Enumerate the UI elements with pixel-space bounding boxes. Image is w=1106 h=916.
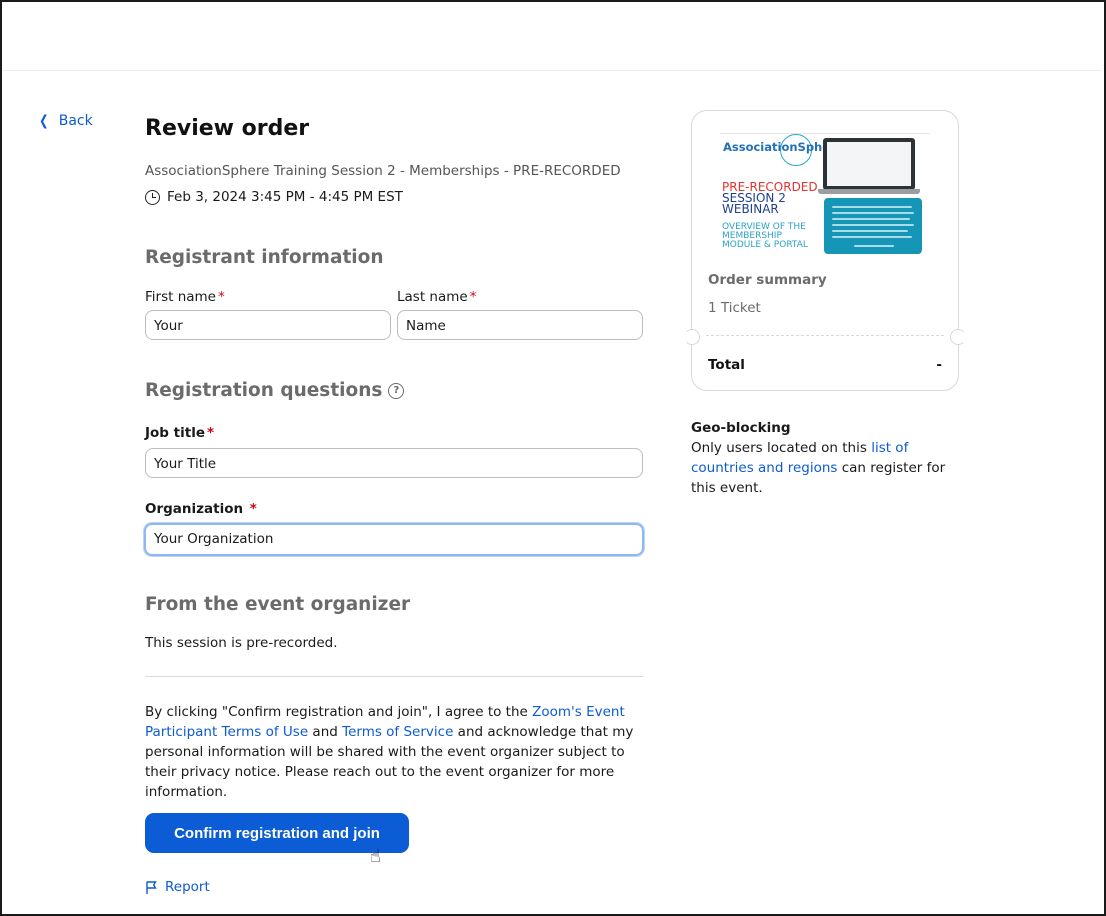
page-title: Review order [145, 116, 310, 141]
help-icon[interactable]: ? [388, 383, 405, 399]
ticket-count: 1 Ticket [708, 300, 761, 316]
job-title-label: Job title * [145, 425, 215, 441]
registrant-heading: Registrant information [145, 247, 384, 268]
event-time-text: Feb 3, 2024 3:45 PM - 4:45 PM EST [167, 189, 403, 205]
first-name-label: First name * [145, 289, 225, 305]
report-label: Report [165, 879, 210, 895]
laptop-image [823, 138, 915, 190]
total-label: Total [708, 357, 745, 373]
back-label: Back [58, 113, 93, 129]
last-name-label: Last name * [397, 289, 477, 305]
legal-text: By clicking "Confirm registration and jo… [145, 704, 634, 800]
organization-input[interactable]: Your Organization [144, 523, 644, 556]
event-time: Feb 3, 2024 3:45 PM - 4:45 PM EST [145, 189, 403, 205]
top-bar [2, 2, 1102, 71]
organizer-message: This session is pre-recorded. [145, 635, 338, 651]
geo-blocking-title: Geo-blocking [691, 420, 791, 436]
dashed-divider [706, 335, 944, 336]
order-summary-card: AssociationSphere PRE-RECORDED SESSION 2… [684, 110, 966, 391]
divider [145, 676, 643, 677]
last-name-input[interactable]: Name [397, 310, 643, 340]
clock-icon [145, 189, 160, 205]
hand-cursor-icon: ☝ [370, 846, 381, 867]
event-title: AssociationSphere Training Session 2 - M… [145, 163, 621, 179]
geo-blocking-notice: Geo-blocking Only users located on this … [691, 418, 961, 498]
organizer-heading: From the event organizer [145, 594, 411, 615]
chevron-left-icon: ❮ [39, 113, 49, 129]
terms-of-service-link[interactable]: Terms of Service [342, 724, 453, 740]
event-banner-image: AssociationSphere PRE-RECORDED SESSION 2… [720, 133, 930, 258]
promo-title: PRE-RECORDED SESSION 2 WEBINAR [722, 180, 818, 216]
promo-subtitle: OVERVIEW OF THE MEMBERSHIP MODULE & PORT… [722, 222, 808, 250]
flag-icon [146, 880, 157, 894]
promo-description-box [824, 198, 922, 254]
total-value: - [936, 357, 942, 373]
first-name-input[interactable]: Your [145, 310, 391, 340]
order-summary-title: Order summary [708, 272, 827, 288]
job-title-input[interactable]: Your Title [145, 448, 643, 478]
back-link[interactable]: ❮ Back [38, 113, 93, 129]
organization-label: Organization * [145, 501, 257, 517]
report-link[interactable]: Report [145, 879, 210, 895]
registration-questions-heading: Registration questions? [145, 380, 405, 401]
